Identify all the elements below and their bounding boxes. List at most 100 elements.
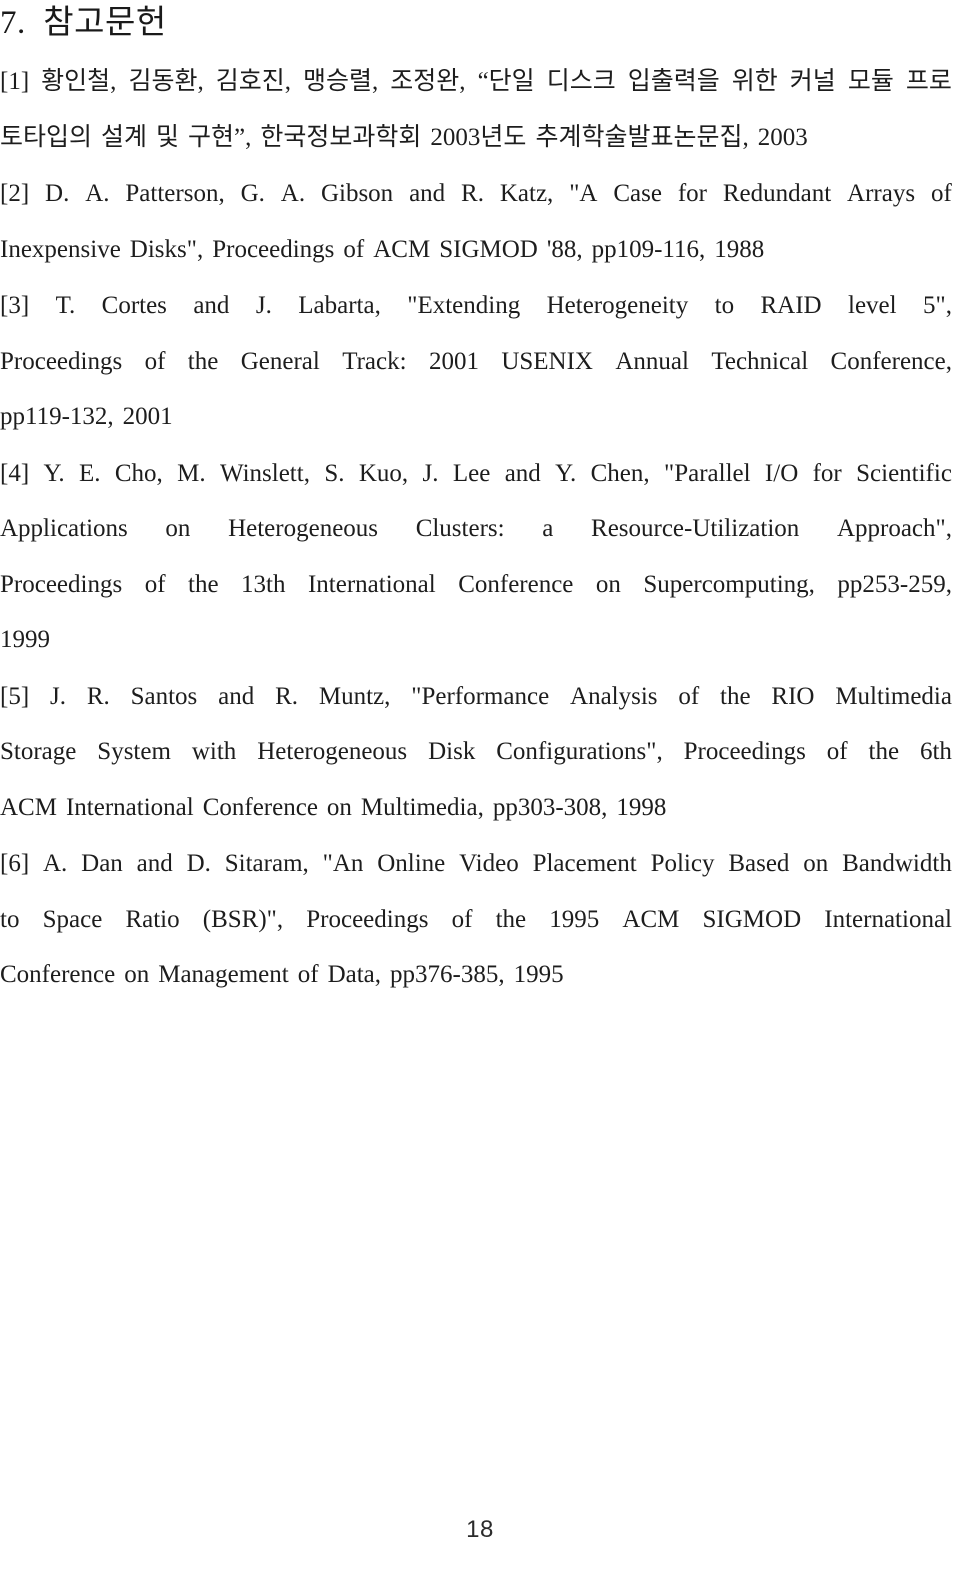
- reference-word: Conference: [458, 570, 574, 598]
- reference-word: Technical: [711, 347, 809, 375]
- reference-word: Clusters:: [415, 515, 505, 542]
- reference-word: "An: [322, 850, 364, 877]
- reference-word: 디스크: [546, 68, 616, 95]
- reference-word: Labarta,: [298, 292, 381, 319]
- reference-word: 1995: [513, 961, 564, 988]
- reference-word: 설계: [101, 123, 148, 151]
- reference-word: Scientific: [856, 459, 952, 487]
- reference-item: [6] A. Dan and D. Sitaram, "An Online Video Place…: [0, 836, 952, 1003]
- reference-word: Policy: [650, 850, 715, 877]
- reference-word: for: [677, 180, 707, 207]
- reference-word: Katz,: [499, 180, 554, 207]
- reference-word: Disk: [428, 738, 476, 765]
- reference-word: Configurations",: [496, 738, 663, 765]
- reference-word: Disks",: [129, 235, 204, 263]
- reference-word: to: [714, 292, 735, 319]
- reference-word: Inexpensive: [0, 235, 121, 263]
- reference-word: ACM: [373, 235, 431, 263]
- page-title: 7. 참고문헌: [0, 5, 167, 41]
- reference-line: 1999: [0, 612, 952, 668]
- reference-word: 추계학술발표논문집,: [535, 123, 749, 151]
- reference-word: International: [307, 570, 436, 598]
- reference-word: USENIX: [501, 347, 593, 375]
- reference-word: the: [187, 347, 219, 375]
- reference-word: Online: [377, 850, 446, 877]
- reference-word: Storage: [0, 738, 77, 765]
- reference-word: Applications: [0, 515, 128, 542]
- reference-word: pp109-116,: [591, 235, 706, 263]
- reference-word: [3]: [0, 292, 30, 319]
- reference-word: and: [136, 850, 173, 877]
- reference-word: 황인철,: [41, 68, 117, 95]
- reference-word: of: [930, 180, 952, 207]
- reference-word: International: [824, 905, 952, 933]
- reference-word: Ratio: [125, 905, 180, 933]
- reference-word: Heterogeneity: [546, 292, 689, 319]
- reference-word: with: [191, 738, 237, 765]
- reference-word: 6th: [919, 738, 952, 765]
- reference-word: 및: [156, 123, 180, 151]
- reference-word: Analysis: [570, 682, 658, 710]
- reference-word: Santos: [130, 682, 198, 710]
- reference-word: [5]: [0, 682, 30, 710]
- reference-line: [5] J. R. Santos and R. Muntz, "Performance Anal…: [0, 669, 952, 725]
- reference-word: Resource-Utilization: [591, 515, 800, 542]
- reference-word: R.: [86, 682, 110, 710]
- reference-word: ACM: [622, 905, 680, 933]
- reference-word: level: [848, 292, 897, 319]
- reference-line: to Space Ratio (BSR)", Proceedings of the 1995 A…: [0, 892, 952, 948]
- reference-word: A.: [85, 180, 110, 207]
- reference-word: Y.: [555, 459, 577, 487]
- reference-word: D.: [45, 180, 70, 207]
- reference-word: '88,: [546, 235, 583, 263]
- reference-line: Proceedings of the 13th International Confere…: [0, 557, 952, 613]
- reference-word: T.: [55, 292, 76, 319]
- reference-word: of: [144, 570, 166, 598]
- reference-word: a: [542, 515, 554, 542]
- reference-word: 입출력을: [627, 68, 720, 95]
- reference-list: [1] 황인철, 김동환, 김호진, 맹승렬, 조정완, “단일 디스크 입출력을 위한 커널 모듈 프…: [0, 54, 952, 1003]
- reference-word: 2001: [428, 347, 479, 375]
- reference-line: 토타입의 설계 및 구현”, 한국정보과학회 2003년도 추계학술발표논문집, 2003: [0, 110, 952, 166]
- reference-word: Data,: [327, 961, 382, 988]
- reference-item: [2] D. A. Patterson, G. A. Gibson and R. Katz, "A C…: [0, 166, 952, 277]
- reference-word: 5",: [923, 292, 952, 319]
- reference-word: J.: [50, 682, 66, 710]
- reference-line: [6] A. Dan and D. Sitaram, "An Online Video Place…: [0, 836, 952, 892]
- reference-word: System: [97, 738, 171, 765]
- reference-line: [1] 황인철, 김동환, 김호진, 맹승렬, 조정완, “단일 디스크 입출력을 위한 커널 모듈 프…: [0, 54, 952, 110]
- reference-word: Muntz,: [318, 682, 391, 710]
- reference-word: "A: [569, 180, 598, 207]
- reference-word: International: [65, 793, 194, 821]
- reference-word: A.: [43, 850, 68, 877]
- reference-word: Gibson: [320, 180, 394, 207]
- reference-word: [4]: [0, 459, 30, 487]
- reference-word: and: [504, 459, 541, 487]
- reference-word: 2001: [122, 403, 173, 430]
- reference-word: ACM: [0, 793, 57, 821]
- reference-word: Heterogeneous: [228, 515, 379, 542]
- reference-word: 한국정보과학회: [260, 123, 422, 151]
- reference-word: 1999: [0, 626, 50, 653]
- reference-word: pp303-308,: [492, 793, 608, 821]
- reference-item: [5] J. R. Santos and R. Muntz, "Performance Anal…: [0, 669, 952, 836]
- reference-word: 커널: [789, 68, 836, 95]
- reference-word: 2003년도: [430, 123, 527, 151]
- reference-word: Cortes: [101, 292, 167, 319]
- reference-word: 1998: [616, 793, 667, 821]
- reference-word: [2]: [0, 180, 30, 207]
- reference-word: the: [720, 682, 751, 710]
- reference-word: D.: [186, 850, 211, 877]
- reference-word: Conference: [202, 793, 318, 821]
- reference-word: 김동환,: [128, 68, 204, 95]
- reference-word: Supercomputing,: [643, 570, 815, 598]
- reference-word: 2003: [757, 123, 808, 151]
- reference-word: of: [297, 961, 319, 988]
- reference-word: 김호진,: [215, 68, 291, 95]
- reference-word: M.: [177, 459, 206, 487]
- reference-word: Bandwidth: [842, 850, 952, 877]
- reference-word: S.: [324, 459, 345, 487]
- reference-word: SIGMOD: [702, 905, 802, 933]
- reference-line: [2] D. A. Patterson, G. A. Gibson and R. Katz, "A C…: [0, 166, 952, 222]
- reference-word: 구현”,: [188, 123, 252, 151]
